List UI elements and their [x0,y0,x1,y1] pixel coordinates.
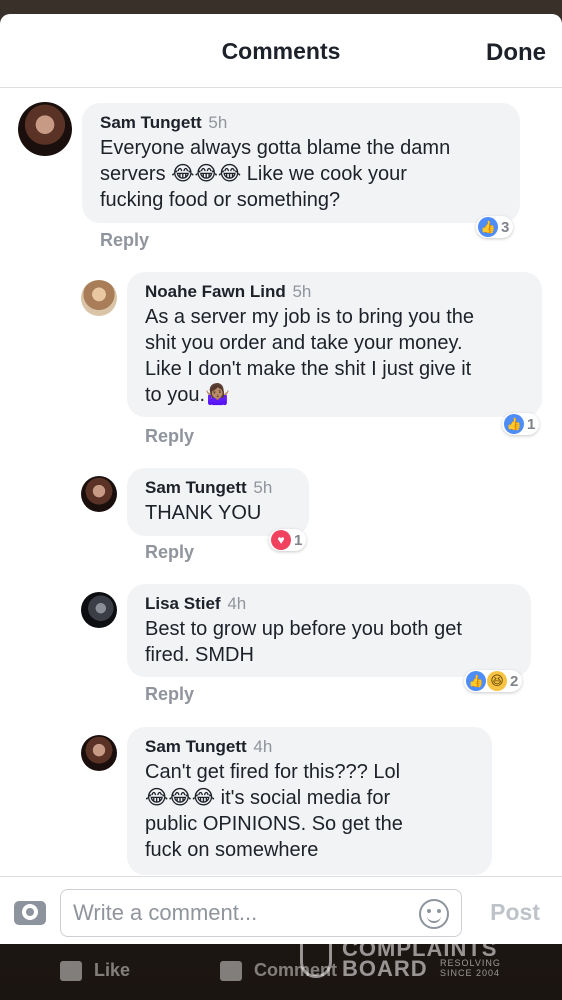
avatar[interactable] [81,592,117,628]
comment-time: 5h [292,282,312,301]
comment-author[interactable]: Noahe Fawn Lind 5h [145,280,525,304]
comment-text: Best to grow up before you both get fire… [145,618,462,666]
reaction-summary[interactable]: 👍 😆 2 [464,670,523,692]
reaction-count: 1 [294,531,303,549]
reaction-count: 2 [510,672,519,690]
reaction-count: 1 [527,415,536,433]
like-reaction-icon: 👍 [478,217,498,237]
comment-author[interactable]: Lisa Stief 4h [145,592,514,616]
comment-bubble: Sam Tungett 5h Everyone always gotta bla… [82,103,520,223]
like-label: Like [94,960,131,980]
reply-button[interactable]: Reply [145,426,194,447]
haha-reaction-icon: 😆 [487,671,507,691]
reaction-summary[interactable]: 👍 3 [476,216,514,238]
avatar[interactable] [81,735,117,771]
post-button[interactable]: Post [490,899,540,926]
page-title: Comments [221,38,341,64]
avatar[interactable] [81,280,117,316]
comment-author[interactable]: Sam Tungett 4h [145,735,475,759]
comment-bubble: Noahe Fawn Lind 5h As a server my job is… [127,272,542,417]
comment-input[interactable] [61,890,401,936]
comment-text: As a server my job is to bring you the s… [145,306,475,406]
shield-icon [300,940,332,978]
comment-time: 5h [208,113,228,132]
avatar[interactable] [18,102,72,156]
comment-bubble: Lisa Stief 4h Best to grow up before you… [127,584,531,677]
avatar[interactable] [81,476,117,512]
watermark-line2: BOARD [342,956,428,981]
reply-button[interactable]: Reply [145,684,194,705]
comment-text: Can't get fired for this??? Lol 😂😂😂 it's… [145,761,403,861]
camera-icon[interactable] [14,901,46,925]
comment-time: 5h [253,478,273,497]
done-button[interactable]: Done [486,39,546,67]
like-reaction-icon: 👍 [504,414,524,434]
watermark-tagline: RESOLVING SINCE 2004 [440,958,501,978]
header: Comments Done [0,14,562,88]
comment-bubble: Sam Tungett 5h THANK YOU [127,468,309,536]
comments-sheet: Comments Done Sam Tungett 5h Everyone al… [0,14,562,944]
smiley-icon[interactable] [419,899,449,929]
comment-text: Everyone always gotta blame the damn ser… [100,137,451,211]
comment-author[interactable]: Sam Tungett 5h [100,111,503,135]
like-reaction-icon: 👍 [466,671,486,691]
comment-bubble: Sam Tungett 4h Can't get fired for this?… [127,727,492,875]
love-reaction-icon: ♥ [271,530,291,550]
thumbs-up-icon [60,960,82,981]
reaction-count: 3 [501,218,510,236]
comment-time: 4h [227,594,247,613]
like-button[interactable]: Like [60,960,130,981]
reaction-summary[interactable]: 👍 1 [502,413,540,435]
comment-text: THANK YOU [145,502,262,524]
reply-button[interactable]: Reply [100,230,149,251]
watermark-logo: COMPLAINTS BOARD RESOLVING SINCE 2004 [300,934,540,984]
reply-button[interactable]: Reply [145,542,194,563]
reaction-summary[interactable]: ♥ 1 [269,529,307,551]
comment-time: 4h [253,737,273,756]
comment-author[interactable]: Sam Tungett 5h [145,476,292,500]
comment-icon [220,960,242,981]
comment-input-box[interactable] [60,889,462,937]
